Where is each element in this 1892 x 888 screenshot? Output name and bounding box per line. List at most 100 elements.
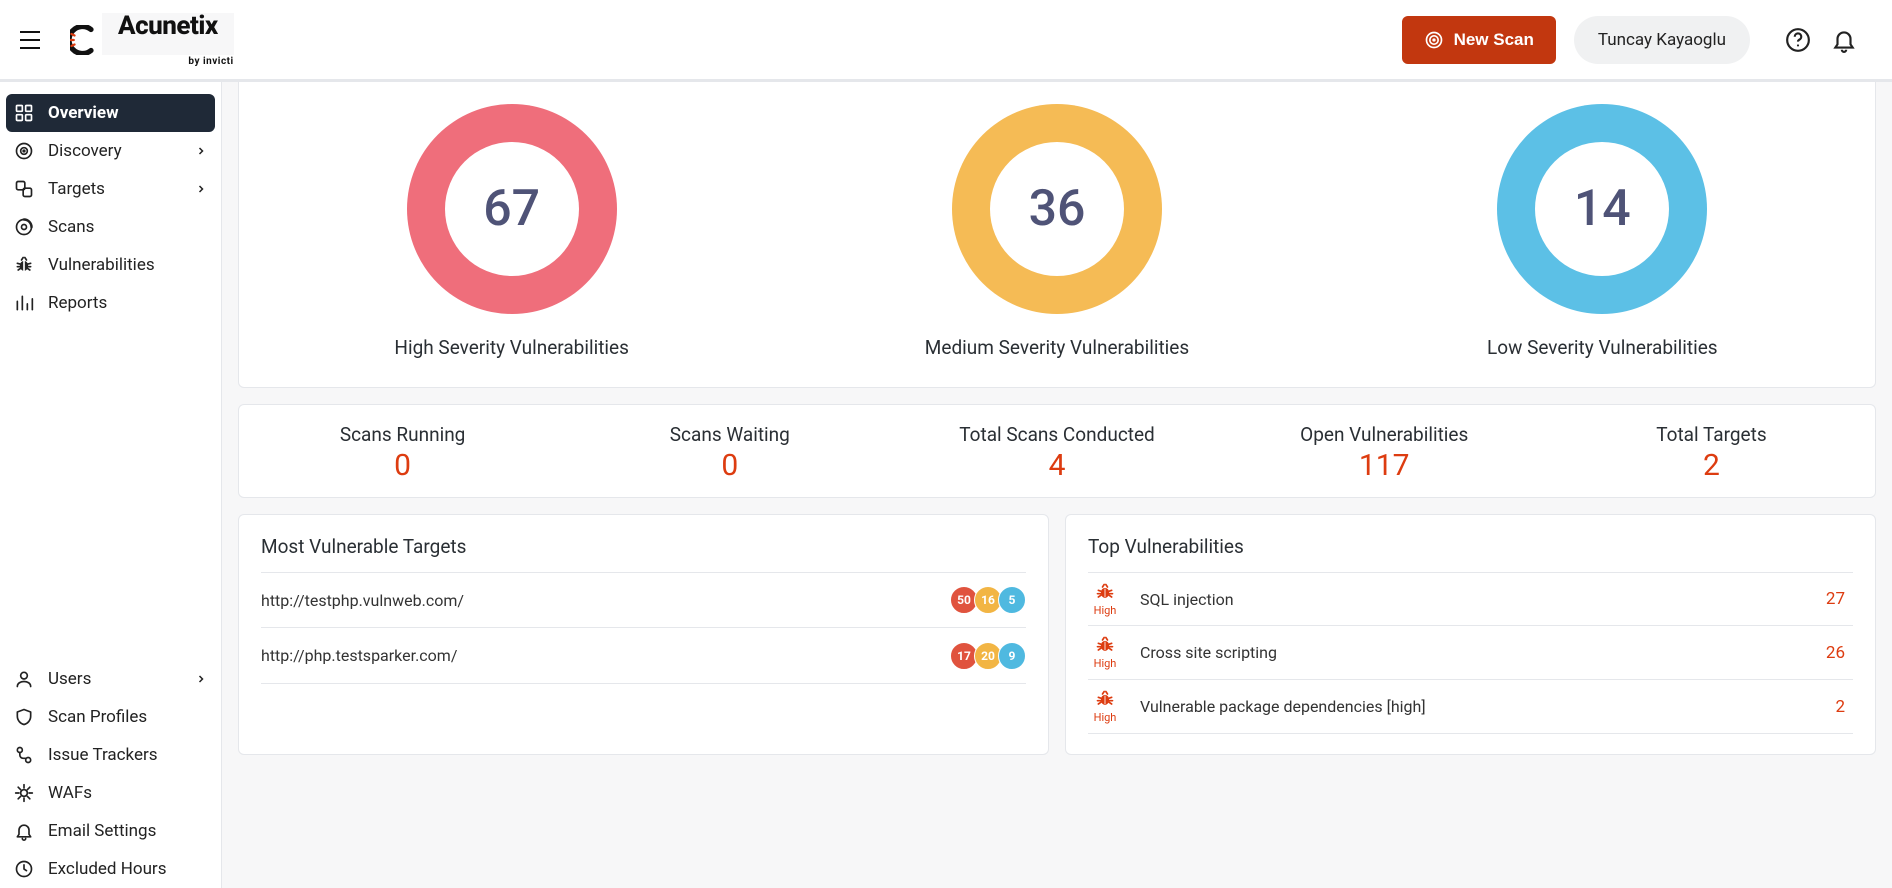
sidebar-item-label: Email Settings bbox=[48, 821, 156, 841]
severity-chip-label: High bbox=[1094, 657, 1117, 670]
sidebar-item-label: WAFs bbox=[48, 783, 92, 803]
vulnerability-count: 27 bbox=[1826, 589, 1853, 609]
brand-name-main: Acunetix bbox=[102, 13, 234, 55]
targets-icon bbox=[14, 179, 34, 199]
vulnerability-count: 2 bbox=[1835, 697, 1853, 717]
bell-icon bbox=[1831, 27, 1857, 53]
stat-block: Total Scans Conducted4 bbox=[893, 423, 1220, 483]
vulnerability-name: Vulnerable package dependencies [high] bbox=[1140, 697, 1426, 716]
vulnerability-name: SQL injection bbox=[1140, 590, 1234, 609]
target-url: http://testphp.vulnweb.com/ bbox=[261, 591, 464, 610]
severity-chip: High bbox=[1088, 582, 1122, 617]
users-icon bbox=[14, 669, 34, 689]
severity-chip-label: High bbox=[1094, 604, 1117, 617]
hamburger-menu-button[interactable] bbox=[14, 24, 46, 56]
help-button[interactable] bbox=[1778, 20, 1818, 60]
scans-icon bbox=[14, 217, 34, 237]
bug-icon bbox=[14, 255, 34, 275]
bug-icon bbox=[1095, 582, 1115, 606]
severity-donut[interactable]: 67 bbox=[407, 104, 617, 314]
target-url: http://php.testsparker.com/ bbox=[261, 646, 457, 665]
new-scan-button[interactable]: New Scan bbox=[1402, 16, 1556, 64]
sidebar-item-wafs[interactable]: WAFs bbox=[0, 774, 221, 812]
sidebar-item-label: Discovery bbox=[48, 141, 122, 161]
severity-chip-label: High bbox=[1094, 711, 1117, 724]
most-vulnerable-targets-card: Most Vulnerable Targets http://testphp.v… bbox=[238, 514, 1049, 755]
severity-donut[interactable]: 14 bbox=[1497, 104, 1707, 314]
severity-chip: High bbox=[1088, 689, 1122, 724]
bug-icon bbox=[1095, 689, 1115, 713]
shield-icon bbox=[14, 707, 34, 727]
severity-count: 36 bbox=[1029, 180, 1086, 238]
tracker-icon bbox=[14, 745, 34, 765]
card-title: Top Vulnerabilities bbox=[1088, 535, 1853, 558]
sidebar-item-label: Scan Profiles bbox=[48, 707, 147, 727]
sidebar-item-reports[interactable]: Reports bbox=[0, 284, 221, 322]
notifications-button[interactable] bbox=[1824, 20, 1864, 60]
stat-label: Open Vulnerabilities bbox=[1221, 423, 1548, 446]
low-badge: 9 bbox=[998, 642, 1026, 670]
severity-label: High Severity Vulnerabilities bbox=[394, 336, 629, 359]
waf-icon bbox=[14, 783, 34, 803]
target-row[interactable]: http://php.testsparker.com/17209 bbox=[261, 628, 1026, 684]
user-menu-button[interactable]: Tuncay Kayaoglu bbox=[1574, 16, 1750, 64]
stat-value: 2 bbox=[1548, 448, 1875, 483]
stats-card: Scans Running0Scans Waiting0Total Scans … bbox=[238, 404, 1876, 498]
stat-value: 0 bbox=[566, 448, 893, 483]
sidebar-item-users[interactable]: Users bbox=[0, 660, 221, 698]
low-badge: 5 bbox=[998, 586, 1026, 614]
chevron-right-icon bbox=[195, 673, 207, 685]
sidebar-item-label: Users bbox=[48, 669, 91, 689]
sidebar-item-label: Scans bbox=[48, 217, 94, 237]
stat-block: Total Targets2 bbox=[1548, 423, 1875, 483]
stat-value: 0 bbox=[239, 448, 566, 483]
card-title: Most Vulnerable Targets bbox=[261, 535, 1026, 558]
sidebar-item-vulnerabilities[interactable]: Vulnerabilities bbox=[0, 246, 221, 284]
sidebar-item-label: Issue Trackers bbox=[48, 745, 158, 765]
brand-name: Acunetix by invicti bbox=[102, 13, 234, 67]
sidebar-item-label: Reports bbox=[48, 293, 107, 313]
sidebar-item-label: Targets bbox=[48, 179, 105, 199]
stat-label: Total Targets bbox=[1548, 423, 1875, 446]
severity-block: 36Medium Severity Vulnerabilities bbox=[784, 104, 1329, 359]
vulnerability-row[interactable]: HighCross site scripting26 bbox=[1088, 626, 1853, 680]
severity-count: 14 bbox=[1574, 180, 1631, 238]
severity-block: 67 High Severity Vulnerabilities bbox=[239, 104, 784, 359]
stat-value: 117 bbox=[1221, 448, 1548, 483]
severity-donut[interactable]: 36 bbox=[952, 104, 1162, 314]
sidebar-item-discovery[interactable]: Discovery bbox=[0, 132, 221, 170]
bell-icon bbox=[14, 821, 34, 841]
chevron-right-icon bbox=[195, 183, 207, 195]
brand-logo-icon bbox=[70, 25, 100, 55]
main-content: 67 High Severity Vulnerabilities 36Medium … bbox=[222, 82, 1892, 888]
sidebar-item-excluded-hours[interactable]: Excluded Hours bbox=[0, 850, 221, 888]
severity-summary-card: 67 High Severity Vulnerabilities 36Medium … bbox=[238, 82, 1876, 388]
severity-badges: 50165 bbox=[954, 586, 1026, 614]
target-row[interactable]: http://testphp.vulnweb.com/50165 bbox=[261, 572, 1026, 628]
severity-badges: 17209 bbox=[954, 642, 1026, 670]
vulnerability-row[interactable]: High Vulnerable package dependencies [hig… bbox=[1088, 680, 1853, 734]
stat-label: Scans Running bbox=[239, 423, 566, 446]
target-icon bbox=[1424, 30, 1444, 50]
sidebar: Overview Discovery Targets Scans Vulnerabili… bbox=[0, 82, 222, 888]
stat-label: Scans Waiting bbox=[566, 423, 893, 446]
sidebar-item-label: Vulnerabilities bbox=[48, 255, 155, 275]
severity-label: Low Severity Vulnerabilities bbox=[1487, 336, 1718, 359]
top-vulnerabilities-card: Top Vulnerabilities HighSQL injection27H… bbox=[1065, 514, 1876, 755]
brand-logo-link[interactable]: Acunetix by invicti bbox=[70, 13, 234, 67]
sidebar-item-label: Overview bbox=[48, 103, 119, 123]
discovery-icon bbox=[14, 141, 34, 161]
stat-label: Total Scans Conducted bbox=[893, 423, 1220, 446]
sidebar-item-issue-trackers[interactable]: Issue Trackers bbox=[0, 736, 221, 774]
severity-block: 14 Low Severity Vulnerabilities bbox=[1330, 104, 1875, 359]
help-icon bbox=[1785, 27, 1811, 53]
stat-block: Scans Running0 bbox=[239, 423, 566, 483]
sidebar-item-targets[interactable]: Targets bbox=[0, 170, 221, 208]
sidebar-item-email-settings[interactable]: Email Settings bbox=[0, 812, 221, 850]
sidebar-item-scans[interactable]: Scans bbox=[0, 208, 221, 246]
vulnerability-count: 26 bbox=[1826, 643, 1853, 663]
sidebar-item-label: Excluded Hours bbox=[48, 859, 166, 879]
sidebar-item-overview[interactable]: Overview bbox=[6, 94, 215, 132]
sidebar-item-scan-profiles[interactable]: Scan Profiles bbox=[0, 698, 221, 736]
vulnerability-row[interactable]: High SQL injection 27 bbox=[1088, 572, 1853, 626]
